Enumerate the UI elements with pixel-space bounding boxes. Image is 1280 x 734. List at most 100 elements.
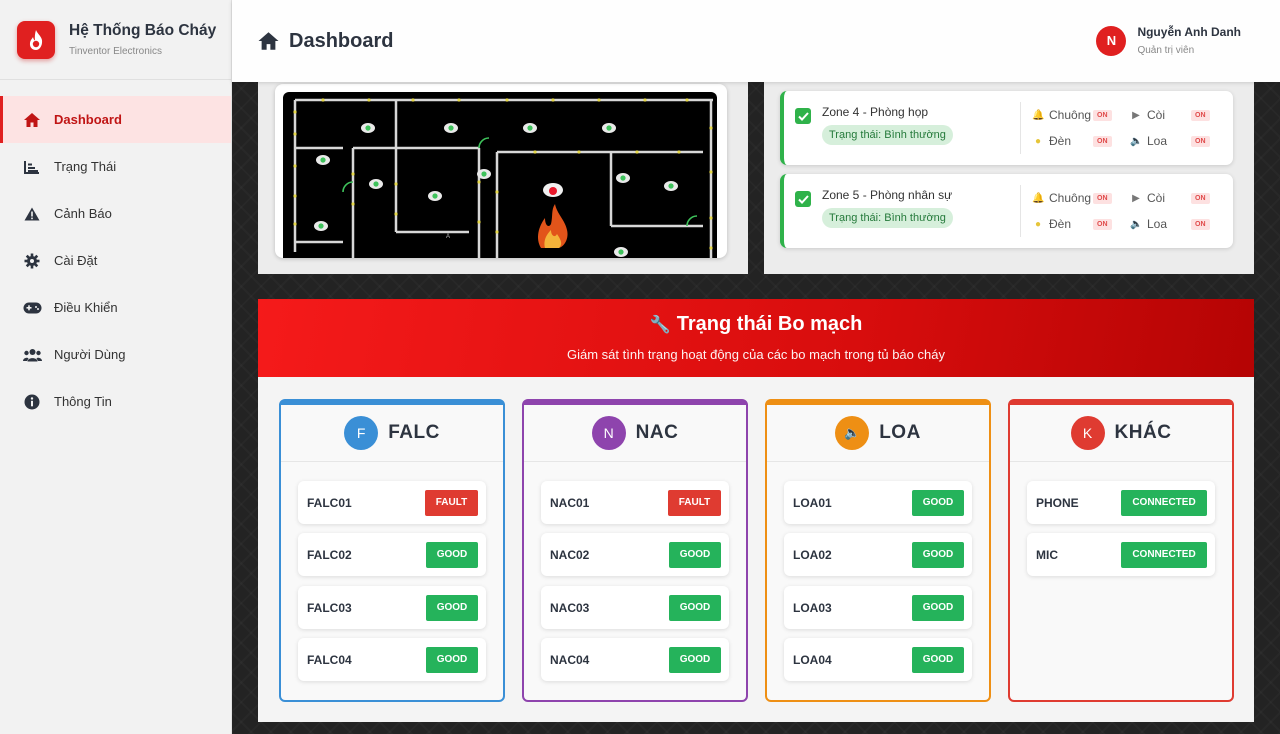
board-item[interactable]: LOA02 GOOD — [784, 533, 972, 576]
status-badge: CONNECTED — [1121, 489, 1207, 516]
board-item[interactable]: LOA03 GOOD — [784, 586, 972, 629]
check-icon — [795, 108, 811, 124]
floor-plan-frame: A — [275, 84, 727, 258]
zone-card[interactable]: Zone 5 - Phòng nhân sự Trạng thái: Bình … — [780, 174, 1233, 248]
board-item[interactable]: NAC04 GOOD — [541, 638, 729, 681]
board-status-header: 🔧 Trạng thái Bo mạch Giám sát tình trạng… — [258, 299, 1254, 377]
board-status-title: 🔧 Trạng thái Bo mạch — [649, 313, 863, 335]
status-badge: GOOD — [669, 594, 721, 621]
floor-plan-image[interactable]: A — [283, 92, 717, 258]
zone-device-coi: ▶ Còi — [1130, 191, 1165, 205]
home-icon — [257, 31, 280, 51]
info-icon — [22, 392, 42, 412]
zone-device-loa: 🔈 Loa — [1130, 217, 1168, 231]
avatar[interactable]: N — [1096, 25, 1127, 56]
status-badge: FAULT — [425, 489, 478, 516]
zone-status-badge: Trạng thái: Bình thường — [822, 125, 953, 145]
page-title-text: Dashboard — [289, 29, 394, 52]
status-badge: GOOD — [912, 541, 964, 568]
bulb-icon: ● — [1034, 135, 1042, 147]
speaker-icon: 🔈 — [1130, 135, 1143, 147]
divider — [1020, 185, 1021, 237]
bell-icon: 🔔 — [1032, 109, 1045, 121]
user-name: Nguyễn Anh Danh — [1137, 25, 1241, 39]
home-icon — [22, 110, 42, 130]
zone-device-badge[interactable]: ON — [1093, 110, 1112, 121]
status-badge: GOOD — [426, 594, 478, 621]
sidebar-item-label: Người Dùng — [54, 347, 126, 362]
users-icon — [22, 345, 42, 365]
board-group-khac: K KHÁC PHONE CONNECTED MIC CONNECTED — [1008, 399, 1234, 702]
board-item[interactable]: FALC01 FAULT — [298, 481, 486, 524]
board-group-falc: F FALC FALC01 FAULT FALC02 GOOD FALC03 GOOD… — [279, 399, 505, 702]
sidebar-item-label: Dashboard — [54, 112, 122, 127]
group-name: KHÁC — [1114, 422, 1172, 443]
siren-icon: ▶ — [1132, 109, 1140, 121]
board-status-panel: 🔧 Trạng thái Bo mạch Giám sát tình trạng… — [258, 299, 1254, 722]
sidebar-item-trang-thai[interactable]: Trạng Thái — [0, 143, 231, 190]
board-item[interactable]: NAC02 GOOD — [541, 533, 729, 576]
brand-subtitle: Tinventor Electronics — [69, 46, 162, 57]
status-badge: GOOD — [912, 594, 964, 621]
divider — [1020, 102, 1021, 154]
wrench-icon: 🔧 — [649, 314, 671, 334]
sidebar-item-canh-bao[interactable]: Cảnh Báo — [0, 190, 231, 237]
sidebar-item-nguoi-dung[interactable]: Người Dùng — [0, 331, 231, 378]
gamepad-icon — [22, 298, 42, 318]
board-item[interactable]: NAC01 FAULT — [541, 481, 729, 524]
zone-device-badge[interactable]: ON — [1093, 219, 1112, 230]
board-item[interactable]: LOA04 GOOD — [784, 638, 972, 681]
group-badge-icon: N — [591, 416, 626, 450]
user-profile[interactable]: N Nguyễn Anh Danh Quản trị viên — [1096, 25, 1241, 56]
check-icon — [795, 191, 811, 207]
zone-device-badge[interactable]: ON — [1093, 193, 1112, 204]
fire-icon — [538, 204, 568, 248]
sidebar-item-label: Thông Tin — [54, 394, 112, 409]
zone-device-chuong: 🔔 Chuông — [1032, 108, 1092, 122]
sidebar-item-label: Cài Đặt — [54, 253, 98, 268]
sidebar-item-thong-tin[interactable]: Thông Tin — [0, 378, 231, 425]
main-content: A Zone 4 - Phòng họp Trạng thái: Bình th… — [232, 82, 1280, 734]
board-item[interactable]: NAC03 GOOD — [541, 586, 729, 629]
status-badge: FAULT — [668, 489, 721, 516]
bulb-icon: ● — [1034, 218, 1042, 230]
zone-device-badge[interactable]: ON — [1191, 193, 1210, 204]
zone-device-badge[interactable]: ON — [1191, 136, 1210, 147]
sidebar-item-label: Điều Khiển — [54, 300, 118, 315]
zone-device-badge[interactable]: ON — [1191, 110, 1210, 121]
board-item[interactable]: FALC04 GOOD — [298, 638, 486, 681]
gear-icon — [22, 251, 42, 271]
zone-device-badge[interactable]: ON — [1191, 219, 1210, 230]
sidebar-item-label: Cảnh Báo — [54, 206, 112, 221]
group-name: NAC — [635, 422, 679, 443]
speaker-icon: 🔈 — [835, 416, 870, 450]
svg-text:A: A — [446, 234, 450, 240]
status-badge: GOOD — [669, 646, 721, 673]
sidebar-item-dashboard[interactable]: Dashboard — [0, 96, 231, 143]
status-badge: GOOD — [426, 646, 478, 673]
sidebar-nav: Dashboard Trạng Thái Cảnh Báo Cài Đặt Đi… — [0, 96, 231, 425]
page-title: Dashboard — [257, 30, 393, 53]
bell-icon: 🔔 — [1032, 192, 1045, 204]
zone-name: Zone 4 - Phòng họp — [822, 105, 929, 119]
board-item[interactable]: MIC CONNECTED — [1027, 533, 1215, 576]
board-item[interactable]: LOA01 GOOD — [784, 481, 972, 524]
status-badge: GOOD — [669, 541, 721, 568]
zone-device-badge[interactable]: ON — [1093, 136, 1112, 147]
board-item[interactable]: PHONE CONNECTED — [1027, 481, 1215, 524]
board-item[interactable]: FALC03 GOOD — [298, 586, 486, 629]
brand: Hệ Thống Báo Cháy Tinventor Electronics — [0, 0, 231, 80]
status-badge: GOOD — [426, 541, 478, 568]
zone-device-loa: 🔈 Loa — [1130, 134, 1168, 148]
zone-card[interactable]: Zone 4 - Phòng họp Trạng thái: Bình thườ… — [780, 91, 1233, 165]
group-badge-icon: F — [344, 416, 379, 450]
zones-panel: Zone 4 - Phòng họp Trạng thái: Bình thườ… — [764, 82, 1254, 274]
status-badge: GOOD — [912, 646, 964, 673]
board-status-subtitle: Giám sát tình trạng hoạt động của các bo… — [567, 347, 945, 362]
top-header: Dashboard N Nguyễn Anh Danh Quản trị viê… — [232, 0, 1280, 82]
board-group-loa: 🔈 LOA LOA01 GOOD LOA02 GOOD LOA03 GOOD LOA0… — [765, 399, 991, 702]
status-badge: CONNECTED — [1121, 541, 1207, 568]
sidebar-item-cai-dat[interactable]: Cài Đặt — [0, 237, 231, 284]
board-item[interactable]: FALC02 GOOD — [298, 533, 486, 576]
sidebar-item-dieu-khien[interactable]: Điều Khiển — [0, 284, 231, 331]
